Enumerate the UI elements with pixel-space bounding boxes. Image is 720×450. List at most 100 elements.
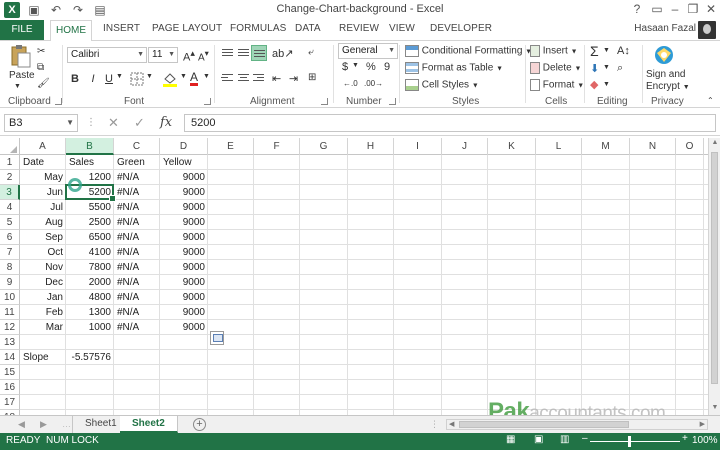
tab-insert[interactable]: INSERT bbox=[103, 23, 140, 34]
column-header-i[interactable]: I bbox=[394, 138, 442, 155]
column-header-l[interactable]: L bbox=[536, 138, 582, 155]
font-color-dropdown-icon[interactable]: ▼ bbox=[203, 73, 210, 80]
normal-view-icon[interactable]: ▦ bbox=[506, 434, 515, 445]
align-middle-icon[interactable] bbox=[236, 47, 250, 58]
page-layout-view-icon[interactable]: ▣ bbox=[534, 434, 543, 445]
cell-b6[interactable]: 6500 bbox=[66, 230, 114, 245]
cell-b1[interactable]: Sales bbox=[66, 155, 114, 170]
cell-a6[interactable]: Sep bbox=[20, 230, 66, 245]
cell-d1[interactable]: Yellow bbox=[160, 155, 208, 170]
cell-c1[interactable]: Green bbox=[114, 155, 160, 170]
cell-d7[interactable]: 9000 bbox=[160, 245, 208, 260]
format-cells-button[interactable]: Format ▼ bbox=[530, 79, 584, 91]
copy-icon[interactable]: ⧉ bbox=[37, 62, 44, 73]
delete-cells-button[interactable]: Delete ▼ bbox=[530, 62, 581, 74]
scroll-down-icon[interactable]: ▼ bbox=[710, 404, 720, 414]
fill-color-icon[interactable] bbox=[162, 71, 178, 90]
scroll-left-icon[interactable]: ◀ bbox=[449, 420, 454, 428]
column-header-g[interactable]: G bbox=[300, 138, 348, 155]
increase-decimal-icon[interactable]: ←.0 bbox=[343, 79, 358, 88]
fill-icon[interactable]: ⬇ bbox=[590, 62, 599, 75]
increase-indent-icon[interactable]: ⇥ bbox=[289, 72, 298, 85]
cell-a9[interactable]: Dec bbox=[20, 275, 66, 290]
cell-b5[interactable]: 2500 bbox=[66, 215, 114, 230]
insert-function-button[interactable]: fx bbox=[160, 115, 172, 130]
vertical-scrollbar[interactable]: ▲ ▼ bbox=[708, 138, 720, 415]
cell-d11[interactable]: 9000 bbox=[160, 305, 208, 320]
font-name-combo[interactable]: Calibri ▼ bbox=[67, 47, 147, 63]
row-header-12[interactable]: 12 bbox=[0, 320, 20, 335]
underline-button[interactable]: U bbox=[102, 72, 116, 86]
name-box[interactable]: B3 ▼ bbox=[4, 114, 78, 132]
align-right-icon[interactable] bbox=[251, 72, 265, 83]
vertical-scroll-thumb[interactable] bbox=[711, 152, 718, 384]
prev-sheet-icon[interactable]: ◀ bbox=[18, 419, 25, 430]
row-header-10[interactable]: 10 bbox=[0, 290, 20, 305]
cell-a10[interactable]: Jan bbox=[20, 290, 66, 305]
decrease-decimal-icon[interactable]: .00→ bbox=[364, 79, 383, 88]
scroll-right-icon[interactable]: ▶ bbox=[700, 420, 705, 428]
cell-d4[interactable]: 9000 bbox=[160, 200, 208, 215]
format-painter-icon[interactable]: 🖌 bbox=[37, 78, 50, 89]
row-header-6[interactable]: 6 bbox=[0, 230, 20, 245]
tab-home[interactable]: HOME bbox=[50, 20, 92, 41]
clear-dropdown-icon[interactable]: ▼ bbox=[603, 81, 610, 88]
currency-dropdown-icon[interactable]: ▼ bbox=[352, 62, 359, 69]
cell-a1[interactable]: Date bbox=[20, 155, 66, 170]
cell-c5[interactable]: #N/A bbox=[114, 215, 160, 230]
autosum-icon[interactable]: Σ bbox=[590, 43, 599, 59]
align-left-icon[interactable] bbox=[220, 72, 234, 83]
cell-d3[interactable]: 9000 bbox=[160, 185, 208, 200]
cell-b11[interactable]: 1300 bbox=[66, 305, 114, 320]
add-sheet-icon[interactable]: + bbox=[193, 418, 206, 431]
maximize-icon[interactable]: ❐ bbox=[684, 1, 702, 17]
font-color-icon[interactable]: A bbox=[190, 71, 199, 86]
column-header-k[interactable]: K bbox=[488, 138, 536, 155]
paste-options-icon[interactable] bbox=[210, 331, 224, 345]
sign-encrypt-icon[interactable] bbox=[654, 43, 678, 70]
cell-b14[interactable]: -5.57576 bbox=[66, 350, 114, 365]
cell-c11[interactable]: #N/A bbox=[114, 305, 160, 320]
format-as-table-button[interactable]: Format as Table ▼ bbox=[405, 62, 503, 74]
cell-a14[interactable]: Slope bbox=[20, 350, 66, 365]
spreadsheet-grid[interactable]: ABCDEFGHIJKLMNO 1 2 3 4 5 6 7 8 9 10 11 12 13 14 15 16 1… bbox=[0, 138, 708, 425]
zoom-in-icon[interactable]: + bbox=[682, 433, 688, 444]
column-header-e[interactable]: E bbox=[208, 138, 254, 155]
cell-d10[interactable]: 9000 bbox=[160, 290, 208, 305]
horizontal-scroll-thumb[interactable] bbox=[459, 421, 629, 428]
scroll-up-icon[interactable]: ▲ bbox=[710, 139, 720, 149]
next-sheet-icon[interactable]: ▶ bbox=[40, 419, 47, 430]
grow-font-icon[interactable]: A▴ bbox=[183, 48, 195, 64]
align-center-icon[interactable] bbox=[236, 72, 250, 83]
wrap-text-icon[interactable]: ⤶ bbox=[308, 47, 314, 58]
comma-style-button[interactable]: 9 bbox=[384, 61, 390, 73]
cell-a12[interactable]: Mar bbox=[20, 320, 66, 335]
select-all-button[interactable] bbox=[0, 138, 20, 155]
row-header-5[interactable]: 5 bbox=[0, 215, 20, 230]
tab-data[interactable]: DATA bbox=[295, 23, 321, 34]
tab-developer[interactable]: DEVELOPER bbox=[430, 23, 492, 34]
column-header-c[interactable]: C bbox=[114, 138, 160, 155]
alignment-dialog-launcher-icon[interactable] bbox=[321, 98, 328, 105]
tab-formulas[interactable]: FORMULAS bbox=[230, 23, 286, 34]
cell-a11[interactable]: Feb bbox=[20, 305, 66, 320]
paste-button[interactable]: Paste bbox=[9, 70, 35, 81]
merge-center-icon[interactable]: ⊞ bbox=[308, 72, 316, 83]
font-size-combo[interactable]: 11 ▼ bbox=[148, 47, 178, 63]
tab-review[interactable]: REVIEW bbox=[339, 23, 379, 34]
insert-cells-button[interactable]: Insert ▼ bbox=[530, 45, 578, 57]
borders-dropdown-icon[interactable]: ▼ bbox=[146, 73, 153, 80]
cell-c10[interactable]: #N/A bbox=[114, 290, 160, 305]
paste-icon[interactable] bbox=[8, 44, 32, 68]
column-header-d[interactable]: D bbox=[160, 138, 208, 155]
currency-button[interactable]: $ bbox=[342, 61, 348, 73]
number-format-combo[interactable]: General ▼ bbox=[338, 43, 398, 59]
column-header-f[interactable]: F bbox=[254, 138, 300, 155]
column-header-h[interactable]: H bbox=[348, 138, 394, 155]
cell-a7[interactable]: Oct bbox=[20, 245, 66, 260]
cell-d6[interactable]: 9000 bbox=[160, 230, 208, 245]
row-header-16[interactable]: 16 bbox=[0, 380, 20, 395]
row-header-11[interactable]: 11 bbox=[0, 305, 20, 320]
sign-encrypt-button-line2[interactable]: Encrypt ▼ bbox=[646, 81, 690, 92]
sheet-tab-sheet2[interactable]: Sheet2 bbox=[120, 416, 178, 433]
